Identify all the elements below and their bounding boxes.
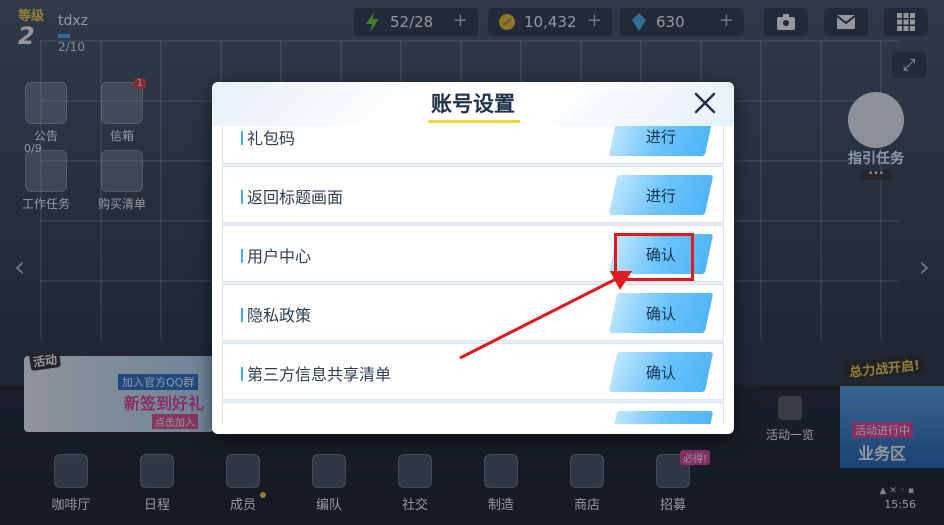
- button-label: 确认: [645, 304, 676, 323]
- next-row-button[interactable]: [608, 411, 714, 424]
- row-gift-code: 礼包码 进行: [222, 126, 724, 164]
- row-label: 礼包码: [241, 126, 295, 149]
- row-label: 隐私政策: [241, 302, 311, 326]
- row-return-title: 返回标题画面 进行: [222, 166, 724, 223]
- button-label: 进行: [645, 127, 676, 146]
- title-underline: [428, 120, 520, 123]
- privacy-policy-confirm-button[interactable]: 确认: [608, 293, 714, 333]
- third-party-confirm-button[interactable]: 确认: [608, 352, 714, 392]
- row-label: 返回标题画面: [241, 184, 343, 208]
- highlight-box: [614, 233, 694, 281]
- gift-code-proceed-button[interactable]: 进行: [608, 126, 714, 156]
- button-label: 进行: [645, 186, 676, 205]
- close-icon[interactable]: [690, 88, 720, 118]
- row-label: 用户中心: [241, 243, 311, 267]
- button-label: 确认: [645, 363, 676, 382]
- return-title-proceed-button[interactable]: 进行: [608, 175, 714, 215]
- row-next-partial: [222, 402, 724, 424]
- dialog-title: 账号设置: [431, 92, 515, 116]
- dialog-header: 账号设置: [212, 82, 734, 126]
- row-privacy-policy: 隐私政策 确认: [222, 284, 724, 341]
- row-third-party-sharing: 第三方信息共享清单 确认: [222, 343, 724, 400]
- row-label: 第三方信息共享清单: [241, 361, 391, 385]
